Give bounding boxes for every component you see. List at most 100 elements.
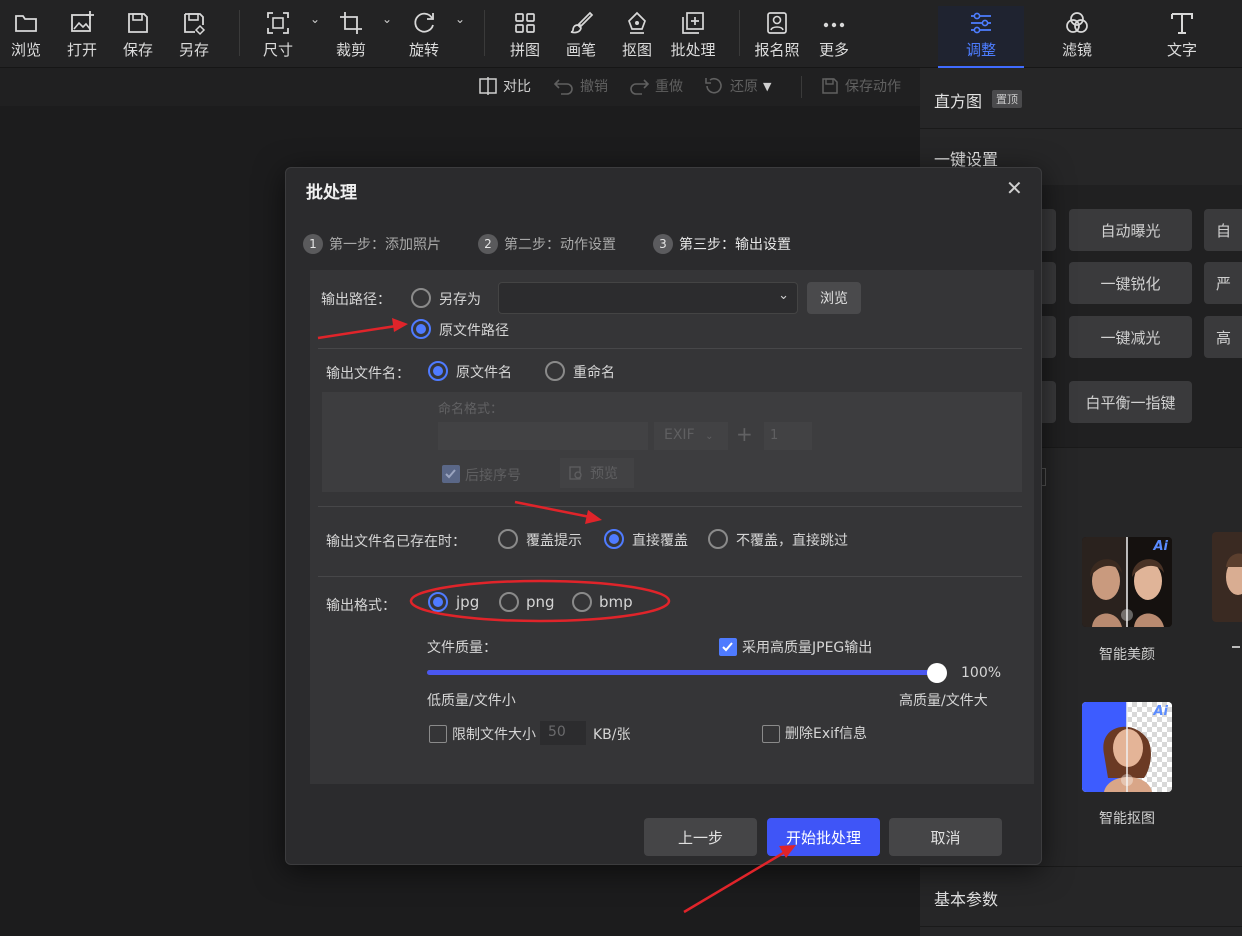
hq-jpeg-checkbox[interactable] — [719, 638, 737, 656]
rotate-button[interactable]: 旋转 — [399, 6, 449, 62]
radio-overwrite-direct[interactable] — [604, 529, 624, 549]
section-divider — [318, 348, 1022, 349]
radio-rename[interactable] — [545, 361, 565, 381]
grid-icon — [515, 13, 535, 33]
one-click-reduce-light-button[interactable]: 一键减光 — [1069, 316, 1192, 358]
batch-button[interactable]: 批处理 — [665, 6, 721, 62]
radio-format-png[interactable] — [499, 592, 519, 612]
panel-divider — [920, 926, 1242, 927]
crop-button[interactable]: 裁剪 — [326, 6, 376, 62]
tab-text[interactable]: 文字 — [1147, 6, 1217, 62]
brush-button[interactable]: 画笔 — [556, 6, 606, 62]
pen-tool-icon — [628, 11, 646, 34]
smart-cutout-thumbnail[interactable]: Ai — [1082, 702, 1172, 792]
partial-thumbnail[interactable] — [1212, 532, 1242, 622]
start-number-input[interactable]: 1 — [764, 422, 812, 450]
ai-badge: Ai — [1153, 539, 1168, 554]
crop-chevron-down-icon[interactable]: ⌄ — [382, 12, 392, 26]
save-icon — [128, 13, 148, 33]
naming-prefix-input[interactable] — [438, 422, 648, 450]
step-2[interactable]: 2 第二步：动作设置 — [478, 234, 616, 254]
open-button[interactable]: 打开 — [57, 6, 107, 62]
close-icon[interactable]: ✕ — [1006, 176, 1023, 200]
tab-filter[interactable]: 滤镜 — [1042, 6, 1112, 62]
format-jpg-label: jpg — [456, 593, 480, 611]
preview-button[interactable]: 预览 — [560, 458, 634, 488]
id-photo-label: 报名照 — [754, 41, 800, 59]
restore-button[interactable]: 还原 ▼ — [703, 76, 771, 96]
basic-params-title[interactable]: 基本参数 — [934, 886, 998, 910]
quality-slider-track[interactable] — [427, 663, 947, 683]
check-icon — [722, 642, 733, 652]
cutout-button[interactable]: 抠图 — [612, 6, 662, 62]
compare-label: 对比 — [503, 79, 531, 95]
limit-size-checkbox[interactable] — [429, 725, 447, 743]
quality-high-label: 高质量/文件大 — [899, 693, 988, 709]
radio-original-filename[interactable] — [428, 361, 448, 381]
more-button[interactable]: 更多 — [809, 6, 859, 62]
redo-button[interactable]: 重做 — [628, 76, 683, 96]
chevron-down-icon[interactable]: ▼ — [763, 80, 771, 93]
cut-button[interactable]: 严 — [1204, 262, 1242, 304]
delete-exif-checkbox[interactable] — [762, 725, 780, 743]
id-photo-button[interactable]: 报名照 — [752, 6, 802, 62]
limit-size-input[interactable]: 50 — [540, 721, 586, 745]
save-action-icon — [822, 78, 838, 94]
one-click-sharpen-button[interactable]: 一键锐化 — [1069, 262, 1192, 304]
step-number: 3 — [653, 234, 673, 254]
white-balance-button[interactable]: 白平衡一指键 — [1069, 381, 1192, 423]
plus-icon[interactable]: + — [736, 422, 753, 446]
smart-beauty-thumbnail[interactable]: Ai — [1082, 537, 1172, 627]
open-label: 打开 — [66, 41, 97, 59]
original-filename-option-label: 原文件名 — [456, 365, 512, 381]
step-3[interactable]: 3 第三步：输出设置 — [653, 234, 791, 254]
compare-button[interactable]: 对比 — [478, 76, 531, 96]
undo-button[interactable]: 撤销 — [553, 76, 608, 96]
radio-overwrite-prompt[interactable] — [498, 529, 518, 549]
size-label: 尺寸 — [262, 41, 293, 59]
tab-adjust[interactable]: 调整 — [938, 6, 1024, 68]
radio-format-bmp[interactable] — [572, 592, 592, 612]
radio-skip[interactable] — [708, 529, 728, 549]
start-batch-button[interactable]: 开始批处理 — [767, 818, 880, 856]
histogram-title: 直方图 — [934, 92, 983, 111]
step-number: 1 — [303, 234, 323, 254]
crop-icon — [340, 12, 362, 34]
smart-cutout-label: 智能抠图 — [1099, 811, 1155, 827]
cancel-button[interactable]: 取消 — [889, 818, 1002, 856]
prev-step-button[interactable]: 上一步 — [644, 818, 757, 856]
auto-exposure-button[interactable]: 自动曝光 — [1069, 209, 1192, 251]
resize-icon — [267, 12, 289, 34]
exif-select-value: EXIF — [664, 427, 695, 443]
radio-original-path[interactable] — [411, 319, 431, 339]
filter-icon — [1066, 12, 1088, 33]
cut-button[interactable]: 自 — [1204, 209, 1242, 251]
save-as-button[interactable]: 另存 — [169, 6, 219, 62]
toolbar-divider — [484, 10, 485, 56]
rename-option-label: 重命名 — [573, 365, 615, 381]
collage-button[interactable]: 拼图 — [500, 6, 550, 62]
tab-adjust-label: 调整 — [965, 41, 996, 59]
size-button[interactable]: 尺寸 — [253, 6, 303, 62]
quality-slider-handle[interactable] — [927, 663, 947, 683]
tab-filter-label: 滤镜 — [1061, 41, 1092, 59]
save-action-button[interactable]: 保存动作 — [820, 76, 901, 96]
radio-save-as[interactable] — [411, 288, 431, 308]
rotate-chevron-down-icon[interactable]: ⌄ — [455, 12, 465, 26]
save-as-label: 另存 — [178, 41, 209, 59]
cut-button[interactable]: 高 — [1204, 316, 1242, 358]
append-seq-checkbox[interactable] — [442, 465, 460, 483]
path-select[interactable]: ⌄ — [498, 282, 798, 314]
browse-path-button[interactable]: 浏览 — [807, 282, 861, 314]
quality-slider-fill — [427, 670, 937, 675]
step-1[interactable]: 1 第一步：添加照片 — [303, 234, 441, 254]
more-dots-icon — [823, 22, 845, 28]
exif-select[interactable]: EXIF ⌄ — [654, 422, 728, 450]
batch-icon — [682, 12, 704, 34]
output-path-label: 输出路径： — [321, 292, 391, 308]
browse-button[interactable]: 浏览 — [1, 6, 51, 62]
size-chevron-down-icon[interactable]: ⌄ — [310, 12, 320, 26]
pin-badge[interactable]: 置顶 — [992, 90, 1022, 108]
radio-format-jpg[interactable] — [428, 592, 448, 612]
save-button[interactable]: 保存 — [113, 6, 163, 62]
